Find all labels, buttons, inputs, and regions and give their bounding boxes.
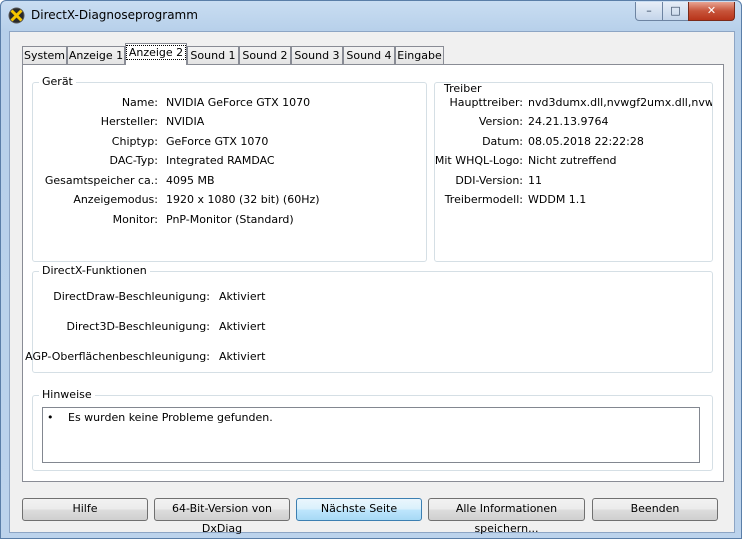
dac-type-value: Integrated RAMDAC [166,154,275,167]
notes-group: Hinweise • Es wurden keine Probleme gefu… [32,388,713,471]
directx-app-icon [8,7,25,24]
device-name-label: Name: [121,96,158,109]
dxdiag-window: DirectX-Diagnoseprogramm – □ ✕ System An… [0,0,742,539]
close-icon: ✕ [706,4,717,17]
whql-value: Nicht zutreffend [528,154,617,167]
minimize-button[interactable]: – [635,2,663,21]
driver-group-label: Treiber [441,83,485,95]
version-label: Version: [478,115,523,128]
monitor-label: Monitor: [112,213,158,226]
notes-label: Hinweise [39,388,95,401]
driver-group: Treiber Haupttreiber: nvd3dumx.dll,nvwgf… [434,82,713,262]
dac-type-label: DAC-Typ: [109,154,158,167]
help-button[interactable]: Hilfe [22,498,148,521]
close-button[interactable]: ✕ [688,2,735,21]
driver-model-label: Treibermodell: [444,193,523,206]
device-group-label: Gerät [39,75,76,88]
maximize-icon: □ [670,4,681,17]
tab-eingabe[interactable]: Eingabe [395,46,444,65]
tab-sound-3[interactable]: Sound 3 [291,46,343,65]
note-item: Es wurden keine Probleme gefunden. [68,411,273,424]
64bit-dxdiag-button[interactable]: 64-Bit-Version von DxDiag [154,498,290,535]
chiptype-label: Chiptyp: [111,135,158,148]
tab-system[interactable]: System [22,46,67,65]
main-driver-label: Haupttreiber: [449,96,523,109]
direct3d-label: Direct3D-Beschleunigung: [66,320,210,333]
tab-sound-1[interactable]: Sound 1 [187,46,239,65]
ddi-version-value: 11 [528,174,542,187]
whql-label: Mit WHQL-Logo: [434,154,523,167]
agp-label: AGP-Oberflächenbeschleunigung: [25,350,210,363]
display-mode-value: 1920 x 1080 (32 bit) (60Hz) [166,193,320,206]
next-page-button[interactable]: Nächste Seite [296,498,422,521]
title-bar[interactable]: DirectX-Diagnoseprogramm – □ ✕ [1,1,741,31]
window-title: DirectX-Diagnoseprogramm [31,8,198,22]
client-area: System Anzeige 1 Anzeige 2 Sound 1 Sound… [9,31,735,535]
direct3d-value: Aktiviert [219,320,266,333]
maximize-button[interactable]: □ [662,2,689,21]
minimize-icon: – [646,4,652,17]
tab-anzeige-1[interactable]: Anzeige 1 [67,46,125,65]
tab-sound-4[interactable]: Sound 4 [343,46,395,65]
manufacturer-label: Hersteller: [100,115,158,128]
chiptype-value: GeForce GTX 1070 [166,135,269,148]
tab-anzeige-2[interactable]: Anzeige 2 [125,43,187,65]
tab-panel: Gerät Name: NVIDIA GeForce GTX 1070 Hers… [22,64,724,482]
directdraw-value: Aktiviert [219,290,266,303]
device-name-value: NVIDIA GeForce GTX 1070 [166,96,311,109]
exit-button[interactable]: Beenden [592,498,718,521]
tab-sound-2[interactable]: Sound 2 [239,46,291,65]
main-driver-value: nvd3dumx.dll,nvwgf2umx.dll,nvwgf2 [528,96,713,109]
display-mode-label: Anzeigemodus: [73,193,158,206]
device-group: Gerät Name: NVIDIA GeForce GTX 1070 Hers… [32,75,427,262]
save-all-info-button[interactable]: Alle Informationen speichern... [428,498,585,535]
ddi-version-label: DDI-Version: [455,174,523,187]
total-memory-label: Gesamtspeicher ca.: [44,174,158,187]
version-value: 24.21.13.9764 [528,115,609,128]
driver-model-value: WDDM 1.1 [528,193,587,206]
monitor-value: PnP-Monitor (Standard) [166,213,294,226]
date-value: 08.05.2018 22:22:28 [528,135,644,148]
date-label: Datum: [482,135,523,148]
directx-features-group: DirectX-Funktionen DirectDraw-Beschleuni… [25,264,713,373]
total-memory-value: 4095 MB [166,174,215,187]
agp-value: Aktiviert [219,350,266,363]
bullet-icon: • [47,411,54,424]
directdraw-label: DirectDraw-Beschleunigung: [53,290,210,303]
notes-textbox[interactable]: • Es wurden keine Probleme gefunden. [42,407,700,463]
directx-features-label: DirectX-Funktionen [39,264,150,277]
manufacturer-value: NVIDIA [166,115,205,128]
